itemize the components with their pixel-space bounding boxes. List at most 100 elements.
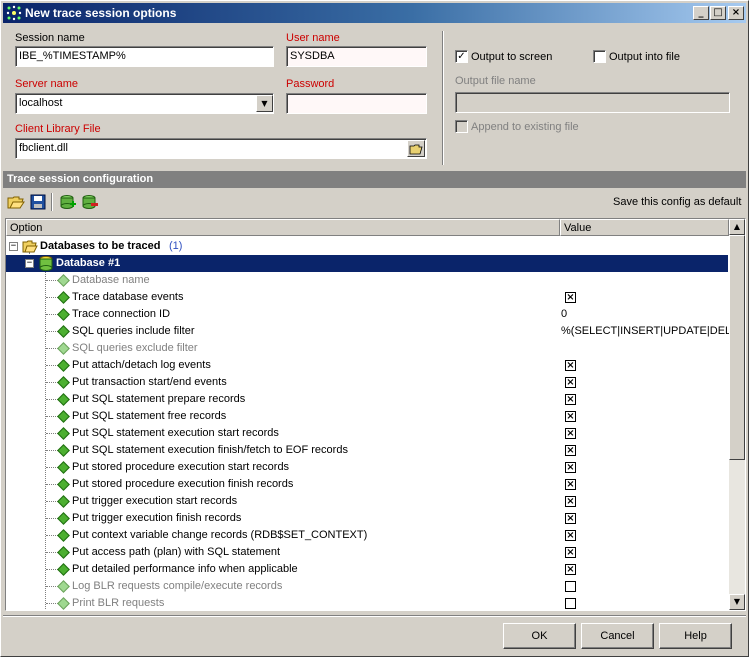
scroll-thumb[interactable] xyxy=(729,235,745,460)
option-row[interactable]: SQL queries exclude filter xyxy=(6,340,728,357)
option-label: Put access path (plan) with SQL statemen… xyxy=(72,546,281,558)
password-input[interactable] xyxy=(286,93,427,114)
option-label: Put context variable change records (RDB… xyxy=(72,529,368,541)
option-row[interactable]: Put stored procedure execution finish re… xyxy=(6,476,728,493)
option-value-checkbox[interactable] xyxy=(565,581,576,592)
option-row[interactable]: Put context variable change records (RDB… xyxy=(6,527,728,544)
option-value-checkbox[interactable]: × xyxy=(565,462,576,473)
option-row[interactable]: Put access path (plan) with SQL statemen… xyxy=(6,544,728,561)
collapse-icon[interactable]: − xyxy=(9,242,18,251)
option-bullet-icon xyxy=(57,274,70,287)
session-name-input[interactable]: IBE_%TIMESTAMP% xyxy=(15,46,274,67)
option-row[interactable]: Put detailed performance info when appli… xyxy=(6,561,728,578)
option-row[interactable]: Put trigger execution start records × xyxy=(6,493,728,510)
client-library-browse-button[interactable] xyxy=(407,140,425,157)
server-name-label: Server name xyxy=(15,78,78,90)
option-value-checkbox[interactable]: × xyxy=(565,530,576,541)
session-name-label: Session name xyxy=(15,32,85,44)
server-dropdown-button[interactable]: ▼ xyxy=(256,95,273,112)
option-value-checkbox[interactable]: × xyxy=(565,496,576,507)
option-row[interactable]: Trace database events × xyxy=(6,289,728,306)
title-bar[interactable]: New trace session options _ □ × xyxy=(3,3,746,23)
output-to-screen-checkbox[interactable]: ✓ xyxy=(455,50,468,63)
option-label: Print BLR requests xyxy=(72,597,165,609)
option-bullet-icon xyxy=(57,393,70,406)
scroll-down-button[interactable]: ▼ xyxy=(729,594,745,610)
output-file-name-label: Output file name xyxy=(455,75,536,87)
cancel-button[interactable]: Cancel xyxy=(581,623,654,649)
options-grid[interactable]: Option Value − Databases to be traced (1… xyxy=(5,218,746,611)
client-library-value: fbclient.dll xyxy=(19,142,68,154)
option-label: Put SQL statement execution start record… xyxy=(72,427,279,439)
option-bullet-icon xyxy=(57,427,70,440)
option-value-checkbox[interactable]: × xyxy=(565,292,576,303)
option-row[interactable]: Put trigger execution finish records × xyxy=(6,510,728,527)
option-row[interactable]: SQL queries include filter %(SELECT|INSER… xyxy=(6,323,729,340)
option-bullet-icon xyxy=(57,342,70,355)
option-label: Trace connection ID xyxy=(72,308,171,320)
database-label: Database #1 xyxy=(56,257,121,269)
ok-button[interactable]: OK xyxy=(503,623,576,649)
option-value-checkbox[interactable]: × xyxy=(565,513,576,524)
user-name-input[interactable]: SYSDBA xyxy=(286,46,427,67)
option-row[interactable]: Put SQL statement prepare records × xyxy=(6,391,728,408)
add-database-icon[interactable] xyxy=(59,194,77,210)
option-bullet-icon xyxy=(57,529,70,542)
option-bullet-icon xyxy=(57,291,70,304)
close-button[interactable]: × xyxy=(728,6,744,20)
option-label: Database name xyxy=(72,274,150,286)
option-label: Put attach/detach log events xyxy=(72,359,211,371)
client-library-input[interactable]: fbclient.dll xyxy=(15,138,427,159)
option-value-checkbox[interactable]: × xyxy=(565,428,576,439)
option-label: Put detailed performance info when appli… xyxy=(72,563,298,575)
open-file-icon xyxy=(409,144,423,155)
save-icon[interactable] xyxy=(29,194,47,210)
option-value-checkbox[interactable]: × xyxy=(565,564,576,575)
option-row[interactable]: Log BLR requests compile/execute records xyxy=(6,578,728,595)
output-into-file-checkbox[interactable] xyxy=(593,50,606,63)
output-to-screen-label: Output to screen xyxy=(471,51,553,63)
database-row[interactable]: − Database #1 xyxy=(6,255,728,272)
help-button[interactable]: Help xyxy=(659,623,732,649)
maximize-button[interactable]: □ xyxy=(710,6,726,20)
column-option[interactable]: Option xyxy=(6,219,560,236)
database-icon xyxy=(39,256,53,271)
option-row[interactable]: Put attach/detach log events × xyxy=(6,357,728,374)
option-value-checkbox[interactable]: × xyxy=(565,377,576,388)
folder-open-icon[interactable] xyxy=(7,194,25,210)
option-value[interactable]: %(SELECT|INSERT|UPDATE|DELE... xyxy=(561,325,729,337)
option-value-checkbox[interactable]: × xyxy=(565,479,576,490)
save-default-label[interactable]: Save this config as default xyxy=(613,196,741,208)
option-row[interactable]: Put SQL statement free records × xyxy=(6,408,728,425)
option-value[interactable]: 0 xyxy=(561,308,729,320)
bottom-separator xyxy=(3,615,746,617)
remove-database-icon[interactable] xyxy=(81,194,99,210)
scroll-up-button[interactable]: ▲ xyxy=(729,219,745,235)
output-file-name-input[interactable] xyxy=(455,92,730,113)
databases-row[interactable]: − Databases to be traced (1) xyxy=(6,238,728,255)
option-bullet-icon xyxy=(57,308,70,321)
option-bullet-icon xyxy=(57,461,70,474)
option-value-checkbox[interactable]: × xyxy=(565,411,576,422)
column-value[interactable]: Value xyxy=(560,219,729,236)
append-checkbox[interactable] xyxy=(455,120,468,133)
option-row[interactable]: Trace connection ID 0 xyxy=(6,306,728,323)
option-value-checkbox[interactable]: × xyxy=(565,547,576,558)
option-row[interactable]: Put SQL statement execution finish/fetch… xyxy=(6,442,728,459)
option-row[interactable]: Put stored procedure execution start rec… xyxy=(6,459,728,476)
option-row[interactable]: Put SQL statement execution start record… xyxy=(6,425,728,442)
option-row[interactable]: Database name xyxy=(6,272,728,289)
option-bullet-icon xyxy=(57,478,70,491)
option-value-checkbox[interactable]: × xyxy=(565,445,576,456)
collapse-icon[interactable]: − xyxy=(25,259,34,268)
server-name-combo[interactable]: localhost xyxy=(15,93,274,114)
option-bullet-icon xyxy=(57,563,70,576)
option-value-checkbox[interactable] xyxy=(565,598,576,609)
option-row[interactable]: Print BLR requests xyxy=(6,595,728,610)
option-value-checkbox[interactable]: × xyxy=(565,394,576,405)
option-row[interactable]: Put transaction start/end events × xyxy=(6,374,728,391)
option-value-checkbox[interactable]: × xyxy=(565,360,576,371)
minimize-button[interactable]: _ xyxy=(693,6,709,20)
password-label: Password xyxy=(286,78,335,90)
vertical-scrollbar[interactable]: ▲ ▼ xyxy=(729,219,745,610)
